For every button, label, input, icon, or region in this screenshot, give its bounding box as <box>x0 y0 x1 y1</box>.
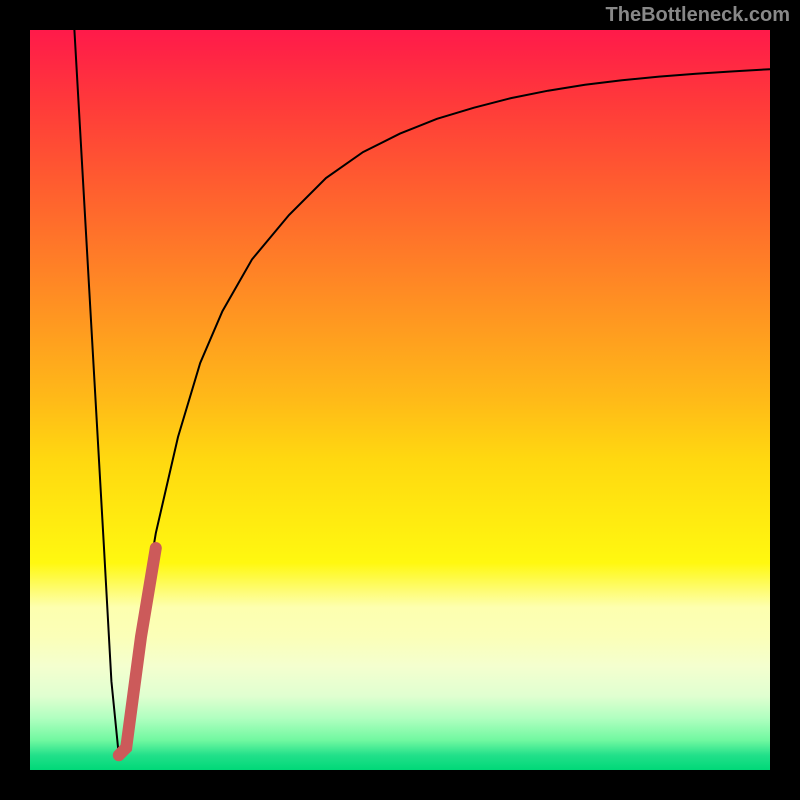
chart-frame: TheBottleneck.com <box>0 0 800 800</box>
bottleneck-curve <box>74 30 770 755</box>
watermark-text: TheBottleneck.com <box>606 4 790 27</box>
highlight-segment <box>119 548 156 755</box>
curve-layer <box>30 30 770 770</box>
plot-area <box>30 30 770 770</box>
